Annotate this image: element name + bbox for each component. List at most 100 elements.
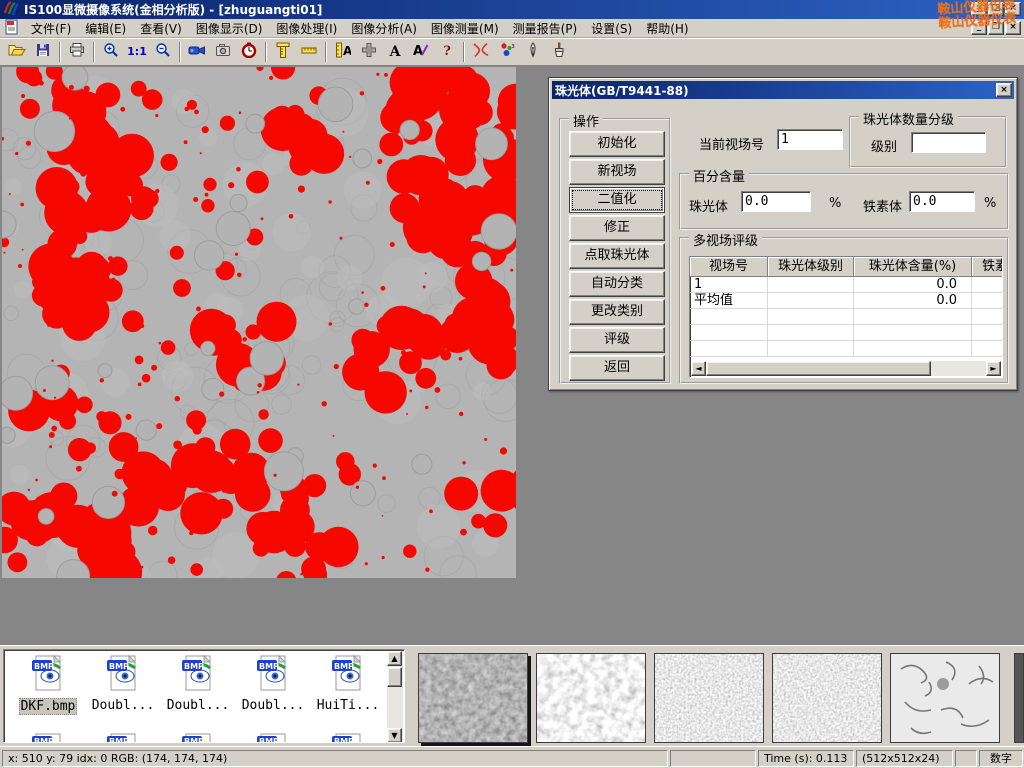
file-item[interactable]: BMP Doubl... <box>162 654 234 713</box>
file-item-partial[interactable]: BMP <box>12 732 84 743</box>
video-camera-icon <box>188 42 206 61</box>
menu-settings[interactable]: 设置(S) <box>584 18 639 39</box>
timer-button[interactable] <box>236 40 262 64</box>
table-row[interactable] <box>690 341 1002 357</box>
pen-button[interactable] <box>520 40 546 64</box>
preview-thumbnail[interactable] <box>418 653 528 743</box>
svg-text:BMP: BMP <box>259 737 279 743</box>
file-browser[interactable]: BMP DKF.bmp BMP Doubl... BMP Doubl... BM… <box>3 649 405 743</box>
menu-edit[interactable]: 编辑(E) <box>78 18 133 39</box>
menu-measure-report[interactable]: 测量报告(P) <box>506 18 585 39</box>
zoom-in-button[interactable] <box>98 40 124 64</box>
brush-button[interactable] <box>546 40 572 64</box>
preview-thumbnail-partial[interactable] <box>1014 653 1024 743</box>
scrollbar-thumb[interactable] <box>706 361 931 376</box>
menu-file[interactable]: 文件(F) <box>24 18 78 39</box>
cell: 1 <box>690 277 768 293</box>
file-list-scrollbar[interactable]: ▲ ▼ <box>387 651 403 743</box>
binarize-button[interactable]: 二值化 <box>569 187 665 213</box>
ferrite-percent-input[interactable] <box>909 191 975 212</box>
preview-thumbnail[interactable] <box>772 653 882 743</box>
dialog-title-bar[interactable]: 珠光体(GB/T9441-88) × <box>552 81 1014 99</box>
grading-table[interactable]: 视场号 珠光体级别 珠光体含量(%) 铁素体 1 0.0 平均值 0.0 <box>689 256 1003 378</box>
file-name[interactable]: HuiTi... <box>316 698 381 713</box>
dialog-close-button[interactable]: × <box>996 83 1012 97</box>
help-button[interactable]: ? <box>434 40 460 64</box>
scroll-right-icon[interactable]: ► <box>986 361 1001 376</box>
table-row[interactable] <box>690 309 1002 325</box>
document-icon[interactable] <box>4 19 20 38</box>
file-item-partial[interactable]: BMP <box>237 732 309 743</box>
return-button[interactable]: 返回 <box>569 355 665 381</box>
minimize-button[interactable]: _ <box>971 2 987 16</box>
menu-help[interactable]: 帮助(H) <box>639 18 695 39</box>
title-bar[interactable]: IS100显微摄像系统(金相分析版) - [zhuguangti01] _ □ … <box>0 0 1024 19</box>
pearlite-dialog[interactable]: 珠光体(GB/T9441-88) × 操作 初始化 新视场 二值化 修正 点取珠… <box>548 77 1018 391</box>
new-field-button[interactable]: 新视场 <box>569 159 665 185</box>
file-item[interactable]: BMP HuiTi... <box>312 654 384 713</box>
col-pearlite-percent[interactable]: 珠光体含量(%) <box>854 257 972 277</box>
text-button[interactable]: A <box>382 40 408 64</box>
caliper-button[interactable] <box>270 40 296 64</box>
table-horizontal-scrollbar[interactable]: ◄ ► <box>691 361 1001 376</box>
zoom-out-button[interactable] <box>150 40 176 64</box>
child-minimize-button[interactable]: _ <box>971 21 987 35</box>
file-name[interactable]: DKF.bmp <box>19 698 78 715</box>
measure-text-button[interactable]: A <box>330 40 356 64</box>
correct-button[interactable]: 修正 <box>569 215 665 241</box>
timer-icon <box>241 42 257 61</box>
file-name[interactable]: Doubl... <box>166 698 231 713</box>
scrollbar-thumb[interactable] <box>387 667 402 687</box>
menu-view[interactable]: 查看(V) <box>133 18 189 39</box>
file-name[interactable]: Doubl... <box>241 698 306 713</box>
print-button[interactable] <box>64 40 90 64</box>
toolbar-separator <box>59 42 61 62</box>
open-button[interactable] <box>4 40 30 64</box>
video-camera-button[interactable] <box>184 40 210 64</box>
grade-input[interactable] <box>911 132 986 153</box>
annotate-button[interactable]: A <box>408 40 434 64</box>
file-item[interactable]: BMP Doubl... <box>237 654 309 713</box>
col-field-number[interactable]: 视场号 <box>690 257 768 277</box>
particle-classify-button[interactable]: 3 <box>494 40 520 64</box>
scroll-down-icon[interactable]: ▼ <box>387 728 402 743</box>
pan-cross-button[interactable] <box>356 40 382 64</box>
close-button[interactable]: × <box>1005 2 1021 16</box>
table-row[interactable]: 1 0.0 <box>690 277 1002 293</box>
file-item-partial[interactable]: BMP <box>162 732 234 743</box>
curve-tool-button[interactable] <box>468 40 494 64</box>
child-close-button[interactable]: × <box>1005 21 1021 35</box>
change-class-button[interactable]: 更改类别 <box>569 299 665 325</box>
col-ferrite[interactable]: 铁素体 <box>972 257 1003 277</box>
preview-thumbnail[interactable] <box>536 653 646 743</box>
actual-size-button[interactable]: 1:1 <box>124 40 150 64</box>
scroll-up-icon[interactable]: ▲ <box>387 651 402 666</box>
col-pearlite-grade[interactable]: 珠光体级别 <box>768 257 854 277</box>
file-item-partial[interactable]: BMP <box>87 732 159 743</box>
pick-pearlite-button[interactable]: 点取珠光体 <box>569 243 665 269</box>
menu-image-analysis[interactable]: 图像分析(A) <box>344 18 424 39</box>
file-item-partial[interactable]: BMP <box>312 732 384 743</box>
menu-image-processing[interactable]: 图像处理(I) <box>269 18 344 39</box>
preview-thumbnail[interactable] <box>654 653 764 743</box>
child-restore-button[interactable]: ❐ <box>988 21 1004 35</box>
camera-button[interactable] <box>210 40 236 64</box>
save-button[interactable] <box>30 40 56 64</box>
pearlite-percent-input[interactable] <box>741 191 811 212</box>
file-item[interactable]: BMP Doubl... <box>87 654 159 713</box>
grade-button[interactable]: 评级 <box>569 327 665 353</box>
preview-thumbnail[interactable] <box>890 653 1000 743</box>
specimen-image[interactable] <box>2 67 516 578</box>
menu-image-display[interactable]: 图像显示(D) <box>189 18 270 39</box>
auto-classify-button[interactable]: 自动分类 <box>569 271 665 297</box>
file-item[interactable]: BMP DKF.bmp <box>12 654 84 715</box>
file-name[interactable]: Doubl... <box>91 698 156 713</box>
table-row[interactable] <box>690 325 1002 341</box>
menu-image-measure[interactable]: 图像测量(M) <box>424 18 506 39</box>
current-field-input[interactable] <box>777 129 843 150</box>
maximize-button[interactable]: □ <box>988 2 1004 16</box>
ruler-button[interactable] <box>296 40 322 64</box>
table-row[interactable]: 平均值 0.0 <box>690 293 1002 309</box>
init-button[interactable]: 初始化 <box>569 131 665 157</box>
scroll-left-icon[interactable]: ◄ <box>691 361 706 376</box>
